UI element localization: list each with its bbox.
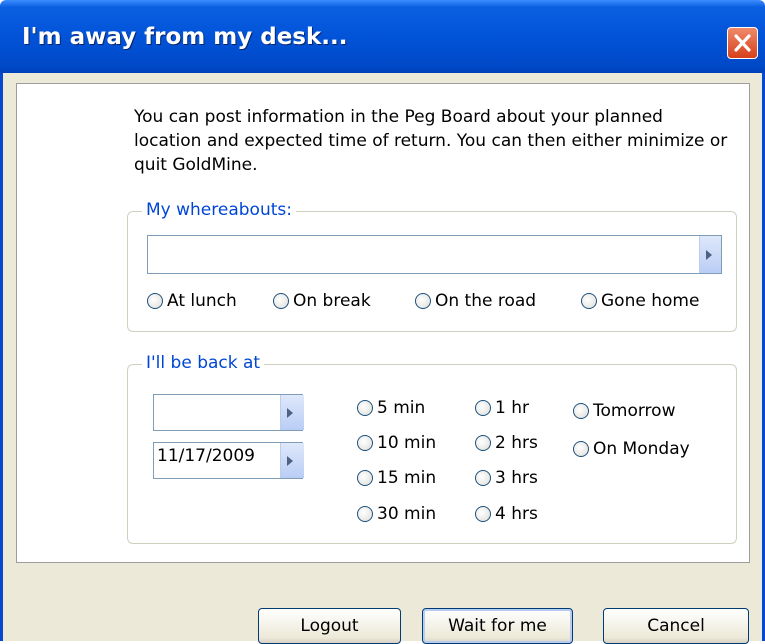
radio-label: Tomorrow <box>593 401 676 421</box>
radio-gone-home[interactable]: Gone home <box>581 291 699 311</box>
return-time-input[interactable] <box>153 394 304 431</box>
logout-button[interactable]: Logout <box>258 608 401 644</box>
cancel-button[interactable]: Cancel <box>603 608 749 644</box>
radio-label: 10 min <box>377 433 437 453</box>
close-icon <box>734 34 751 52</box>
radio-circle <box>475 435 491 451</box>
dialog-window: I'm away from my desk... You can post in… <box>0 0 765 644</box>
close-button[interactable] <box>727 27 758 59</box>
radio-label: 3 hrs <box>495 468 538 488</box>
radio-tomorrow[interactable]: Tomorrow <box>573 401 675 421</box>
content-panel: You can post information in the Peg Boar… <box>16 83 750 563</box>
radio-label: 5 min <box>377 398 426 418</box>
radio-at-lunch[interactable]: At lunch <box>147 291 237 311</box>
window-title: I'm away from my desk... <box>22 24 348 50</box>
whereabouts-legend: My whereabouts: <box>142 200 296 220</box>
radio-circle <box>357 506 373 522</box>
back-at-legend: I'll be back at <box>142 353 265 373</box>
radio-on-the-road[interactable]: On the road <box>415 291 536 311</box>
radio-circle <box>475 470 491 486</box>
radio-circle <box>147 293 163 309</box>
radio-2-hrs[interactable]: 2 hrs <box>475 433 538 453</box>
radio-circle <box>573 403 589 419</box>
radio-circle <box>357 400 373 416</box>
radio-circle <box>273 293 289 309</box>
radio-label: At lunch <box>167 291 237 311</box>
wait-for-me-button[interactable]: Wait for me <box>422 608 573 644</box>
return-date-dropdown-button[interactable] <box>280 443 304 478</box>
radio-circle <box>357 435 373 451</box>
radio-label: On Monday <box>593 439 690 459</box>
radio-label: 30 min <box>377 504 437 524</box>
radio-label: 15 min <box>377 468 437 488</box>
radio-circle <box>475 400 491 416</box>
radio-label: 2 hrs <box>495 433 538 453</box>
chevron-right-icon <box>706 249 712 260</box>
radio-5-min[interactable]: 5 min <box>357 398 425 418</box>
radio-label: 1 hr <box>495 398 529 418</box>
intro-text: You can post information in the Peg Boar… <box>134 107 728 175</box>
radio-circle <box>357 470 373 486</box>
radio-label: 4 hrs <box>495 504 538 524</box>
radio-on-break[interactable]: On break <box>273 291 371 311</box>
title-bar[interactable]: I'm away from my desk... <box>0 0 765 73</box>
radio-label: Gone home <box>601 291 700 311</box>
radio-4-hrs[interactable]: 4 hrs <box>475 504 538 524</box>
radio-15-min[interactable]: 15 min <box>357 468 436 488</box>
whereabouts-dropdown-button[interactable] <box>699 236 721 273</box>
return-date-input[interactable]: 11/17/2009 <box>153 442 304 479</box>
radio-1-hr[interactable]: 1 hr <box>475 398 529 418</box>
radio-circle <box>573 441 589 457</box>
chevron-right-icon <box>287 407 293 418</box>
radio-30-min[interactable]: 30 min <box>357 504 436 524</box>
radio-label: On the road <box>435 291 537 311</box>
radio-circle <box>415 293 431 309</box>
whereabouts-group: My whereabouts: At lunch On break On the… <box>127 200 737 332</box>
radio-circle <box>475 506 491 522</box>
radio-circle <box>581 293 597 309</box>
whereabouts-input[interactable] <box>147 235 722 274</box>
radio-3-hrs[interactable]: 3 hrs <box>475 468 538 488</box>
return-time-dropdown-button[interactable] <box>280 395 304 430</box>
radio-label: On break <box>293 291 371 311</box>
return-date-value: 11/17/2009 <box>157 446 255 466</box>
dialog-body: You can post information in the Peg Boar… <box>3 73 762 644</box>
radio-10-min[interactable]: 10 min <box>357 433 436 453</box>
radio-on-monday[interactable]: On Monday <box>573 439 690 459</box>
back-at-group: I'll be back at 11/17/2009 5 min 10 min … <box>127 353 737 544</box>
chevron-right-icon <box>287 455 293 466</box>
